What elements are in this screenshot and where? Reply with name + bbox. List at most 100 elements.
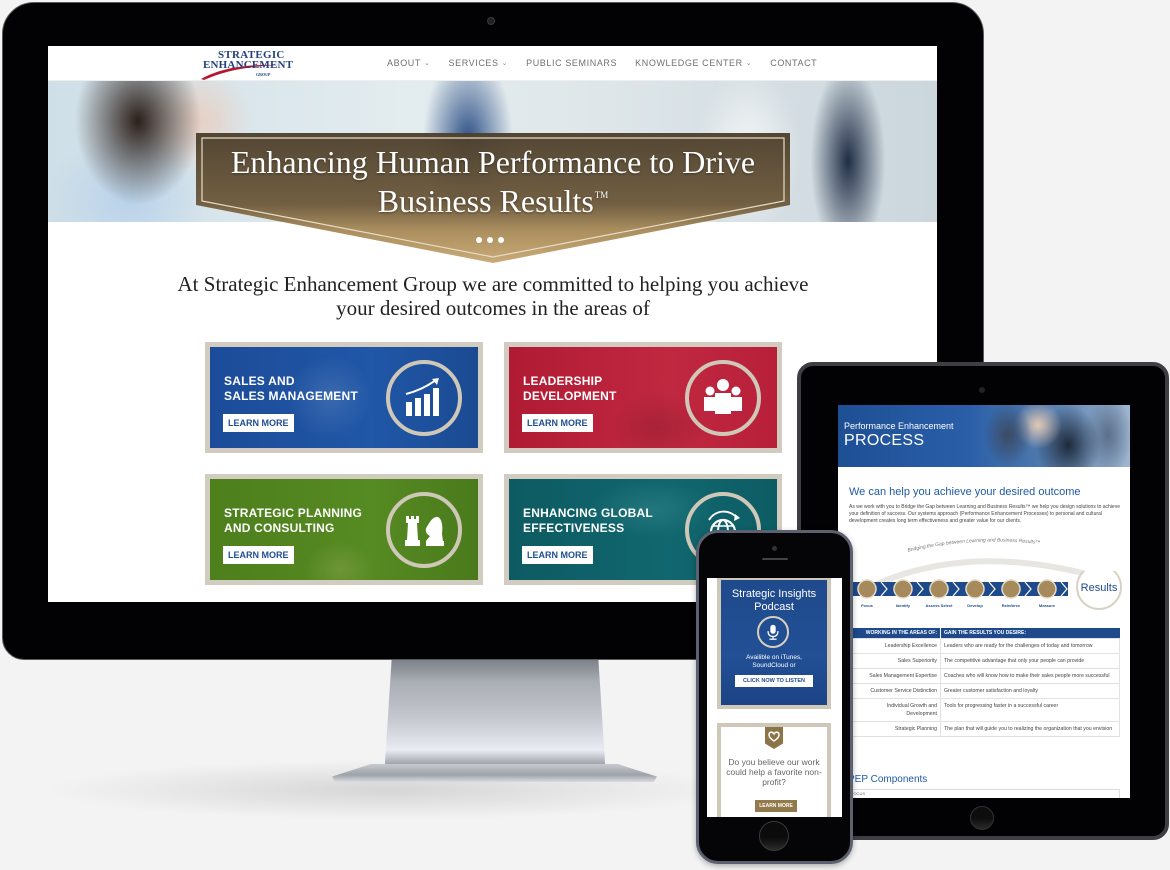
table-cell-result: Greater customer satisfaction and loyalt… (940, 683, 1120, 699)
podcast-title: Strategic Insights Podcast (721, 588, 827, 614)
intro-text: At Strategic Enhancement Group we are co… (177, 272, 809, 320)
nav-contact[interactable]: CONTACT (770, 58, 817, 68)
step-label: Assess Select (926, 603, 954, 608)
nonprofit-card: Do you believe our work could help a fav… (717, 723, 831, 817)
table-header-row: WORKING IN THE AREAS OF: GAIN THE RESULT… (852, 628, 1120, 639)
table-row: Customer Service Distinction Greater cust… (852, 683, 1120, 699)
process-hero: Performance Enhancement PROCESS (838, 405, 1130, 467)
company-logo[interactable]: STRATEGIC ENHANCEMENT GROUP (201, 49, 294, 80)
table-row: Sales Management Expertise Coaches who wi… (852, 668, 1120, 684)
card-title-line2: SALES MANAGEMENT (224, 389, 358, 403)
nav-services[interactable]: SERVICES ⌄ (448, 58, 508, 68)
card-title-line1: SALES AND (224, 374, 295, 388)
step-label: Identify (896, 603, 911, 608)
step-icon (857, 579, 877, 599)
card-sales-panel: SALES AND SALES MANAGEMENT LEARN MORE (210, 347, 478, 448)
process-hero-title: PROCESS (844, 432, 925, 449)
team-people-icon (685, 360, 761, 436)
nonprofit-learn-more-button[interactable]: LEARN MORE (755, 800, 797, 812)
site-header: STRATEGIC ENHANCEMENT GROUP ABOUT ⌄ SERVI… (48, 46, 937, 81)
podcast-text-line1: Availible on iTunes, (745, 654, 802, 661)
table-cell-area: Leadership Excellence (852, 638, 941, 654)
main-nav: ABOUT ⌄ SERVICES ⌄ PUBLIC SEMINARS KNOWLED… (387, 58, 817, 68)
nav-about[interactable]: ABOUT ⌄ (387, 58, 430, 68)
podcast-title-line1: Strategic Insights (731, 588, 817, 600)
learn-more-button[interactable]: LEARN MORE (522, 546, 593, 564)
process-step-reinforce: Reinforce (1001, 579, 1032, 608)
card-strategic-planning[interactable]: STRATEGIC PLANNING AND CONSULTING LEARN M… (205, 474, 483, 585)
monitor-camera (487, 17, 495, 25)
podcast-title-line2: Podcast (754, 601, 794, 613)
process-hero-subtitle: Performance Enhancement (844, 421, 954, 431)
listen-button[interactable]: CLICK NOW TO LISTEN (735, 675, 813, 687)
phone-screen: Strategic Insights Podcast Availible on i… (707, 578, 842, 817)
focus-row: FOCUS (848, 789, 1120, 798)
chevron-down-icon: ⌄ (501, 60, 509, 67)
microphone-icon (757, 616, 789, 648)
card-title-line2: EFFECTIVENESS (523, 521, 625, 535)
results-label: Results (1081, 582, 1118, 594)
learn-more-button[interactable]: LEARN MORE (223, 546, 294, 564)
learn-more-button[interactable]: LEARN MORE (223, 414, 294, 432)
card-title-line2: AND CONSULTING (224, 521, 335, 535)
card-leadership-title: LEADERSHIP DEVELOPMENT (523, 374, 617, 404)
areas-results-table: WORKING IN THE AREAS OF: GAIN THE RESULT… (852, 628, 1120, 737)
hero-title: Enhancing Human Performance to Drive Bus… (198, 146, 788, 218)
monitor-stand (385, 660, 605, 780)
table-row: Sales Superiority The competitive advanta… (852, 653, 1120, 669)
learn-more-button[interactable]: LEARN MORE (522, 414, 593, 432)
process-step-develop: Develop (965, 579, 996, 608)
table-cell-result: Coaches who will know how to make their … (940, 668, 1120, 684)
chevron-down-icon: ⌄ (424, 60, 431, 67)
step-label: Reinforce (1002, 603, 1021, 608)
card-title-line1: ENHANCING GLOBAL (523, 506, 653, 520)
table-row: Strategic Planning The plan that will gui… (852, 721, 1120, 737)
nav-knowledge-center[interactable]: KNOWLEDGE CENTER ⌄ (635, 58, 752, 68)
table-header-results: GAIN THE RESULTS YOU DESIRE: (940, 628, 1120, 639)
card-strategic-planning-panel: STRATEGIC PLANNING AND CONSULTING LEARN M… (210, 479, 478, 580)
podcast-availability: Availible on iTunes, SoundCloud or (721, 654, 827, 670)
nav-knowledge-center-label: KNOWLEDGE CENTER (635, 58, 743, 68)
step-icon (893, 579, 913, 599)
slider-dot-1[interactable] (476, 237, 482, 243)
trademark-mark: TM (594, 190, 609, 200)
nav-public-seminars-label: PUBLIC SEMINARS (526, 58, 618, 68)
card-sales-title: SALES AND SALES MANAGEMENT (224, 374, 358, 404)
nav-public-seminars[interactable]: PUBLIC SEMINARS (526, 58, 617, 68)
svg-text:Bridging the Gap between Learn: Bridging the Gap between Learning and Bu… (907, 537, 1041, 553)
table-cell-result: The competitive advantage that only your… (940, 653, 1120, 669)
table-cell-area: Strategic Planning (852, 721, 941, 737)
slider-dot-2[interactable] (487, 237, 493, 243)
card-title-line1: LEADERSHIP (523, 374, 603, 388)
nav-contact-label: CONTACT (770, 58, 818, 68)
table-cell-area: Individual Growth and Development (852, 698, 941, 722)
process-paragraph: As we work with you to Bridge the Gap be… (849, 504, 1120, 524)
step-icon (1001, 579, 1021, 599)
nav-about-label: ABOUT (387, 58, 422, 68)
hero-title-line2-text: Business Results (377, 183, 594, 219)
nonprofit-text: Do you believe our work could help a fav… (726, 757, 822, 787)
step-label: Focus (861, 603, 874, 608)
tablet-screen: Performance Enhancement PROCESS We can h… (838, 405, 1130, 798)
process-step-measure: Measure (1037, 579, 1068, 608)
card-leadership[interactable]: LEADERSHIP DEVELOPMENT LEARN MORE (504, 342, 782, 453)
bar-chart-growth-icon (386, 360, 462, 436)
logo-line2: ENHANCEMENT (203, 59, 294, 71)
podcast-card-panel: Strategic Insights Podcast Availible on i… (721, 580, 827, 705)
slider-dots (476, 237, 504, 243)
process-step-identify: Identify (893, 579, 924, 608)
table-cell-result: Leaders who are ready for the challenges… (940, 638, 1120, 654)
step-label: Measure (1039, 603, 1056, 608)
process-step-focus: Focus (857, 579, 888, 608)
table-cell-result: The plan that will guide you to realizin… (940, 721, 1120, 737)
slider-dot-3[interactable] (498, 237, 504, 243)
nonprofit-card-panel: Do you believe our work could help a fav… (721, 727, 827, 817)
step-icon (965, 579, 985, 599)
tablet-home-button[interactable] (970, 806, 994, 830)
phone-home-button[interactable] (759, 821, 789, 851)
hero-title-line1: Enhancing Human Performance to Drive (230, 144, 756, 180)
process-steps-diagram: Results Focus Identify Assess Select Develo… (853, 571, 1122, 610)
arc-caption: Bridging the Gap between Learning and Bu… (907, 537, 1041, 553)
table-cell-area: Sales Management Expertise (852, 668, 941, 684)
card-sales[interactable]: SALES AND SALES MANAGEMENT LEARN MORE (205, 342, 483, 453)
